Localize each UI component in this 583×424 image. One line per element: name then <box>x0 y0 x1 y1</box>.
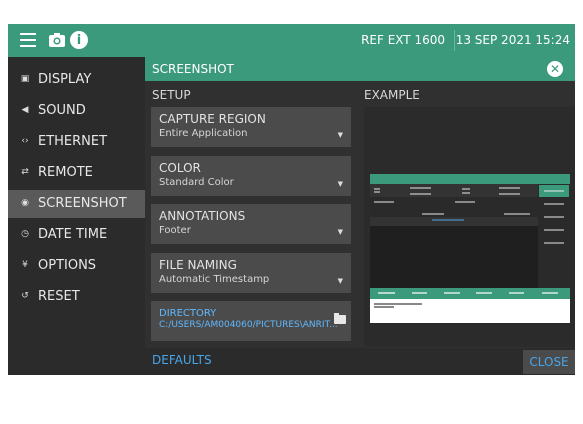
directory-path: C:/USERS/AM004060/PICTURES\ANRIT... <box>159 320 338 330</box>
sidebar-item-date-time[interactable]: ◷ DATE TIME <box>8 221 145 249</box>
sidebar-item-reset[interactable]: ↺ RESET <box>8 283 145 311</box>
sidebar-item-label: RESET <box>38 289 80 304</box>
sidebar-item-label: SOUND <box>38 103 86 118</box>
sidebar: ▣ DISPLAY ◀ SOUND ‹› ETHERNET ⇄ REMOTE ◉… <box>8 57 145 375</box>
sidebar-item-label: DISPLAY <box>38 72 92 87</box>
chevron-down-icon: ▼ <box>337 228 343 236</box>
options-icon: ¥ <box>22 260 28 270</box>
setting-value: Entire Application <box>159 128 248 139</box>
setting-label: CAPTURE REGION <box>159 112 266 126</box>
capture-region-dropdown[interactable]: CAPTURE REGION Entire Application ▼ <box>151 107 351 147</box>
setting-value: Standard Color <box>159 177 234 188</box>
setting-label: FILE NAMING <box>159 258 237 272</box>
setting-value: Automatic Timestamp <box>159 274 270 285</box>
folder-icon <box>334 313 346 324</box>
info-icon[interactable]: i <box>70 31 88 49</box>
camera-icon: ◉ <box>21 198 29 208</box>
file-naming-dropdown[interactable]: FILE NAMING Automatic Timestamp ▼ <box>151 253 351 293</box>
sidebar-item-display[interactable]: ▣ DISPLAY <box>8 66 145 94</box>
application-window: i REF EXT 1600 13 SEP 2021 15:24 ▣ DISPL… <box>8 24 575 375</box>
top-bar: i REF EXT 1600 13 SEP 2021 15:24 <box>8 24 575 57</box>
panel-title: SCREENSHOT <box>152 62 234 76</box>
sidebar-item-label: REMOTE <box>38 165 93 180</box>
close-button[interactable]: CLOSE <box>523 350 575 374</box>
setting-label: ANNOTATIONS <box>159 209 246 223</box>
sidebar-item-ethernet[interactable]: ‹› ETHERNET <box>8 128 145 156</box>
clock-icon: ◷ <box>21 229 29 239</box>
camera-icon[interactable] <box>48 31 66 49</box>
close-icon[interactable]: ✕ <box>547 61 563 77</box>
color-dropdown[interactable]: COLOR Standard Color ▼ <box>151 156 351 196</box>
sidebar-item-remote[interactable]: ⇄ REMOTE <box>8 159 145 187</box>
chevron-down-icon: ▼ <box>337 277 343 285</box>
date-time-display: 13 SEP 2021 15:24 <box>455 33 570 47</box>
screenshot-example-preview <box>364 107 575 347</box>
directory-label: DIRECTORY <box>159 308 217 319</box>
screenshot-panel: SCREENSHOT ✕ SETUP EXAMPLE CAPTURE REGIO… <box>145 57 575 375</box>
menu-icon[interactable] <box>20 31 36 49</box>
panel-title-bar: SCREENSHOT ✕ <box>145 57 575 81</box>
reset-icon: ↺ <box>21 291 29 301</box>
reference-status: REF EXT 1600 <box>361 33 445 47</box>
sidebar-item-options[interactable]: ¥ OPTIONS <box>8 252 145 280</box>
sidebar-item-screenshot[interactable]: ◉ SCREENSHOT <box>8 190 145 218</box>
sidebar-item-label: DATE TIME <box>38 227 108 242</box>
sidebar-item-label: OPTIONS <box>38 258 97 273</box>
sidebar-item-sound[interactable]: ◀ SOUND <box>8 97 145 125</box>
setup-header: SETUP <box>152 88 191 102</box>
panel-footer: DEFAULTS CLOSE <box>145 348 575 375</box>
directory-selector[interactable]: DIRECTORY C:/USERS/AM004060/PICTURES\ANR… <box>151 301 351 341</box>
remote-icon: ⇄ <box>21 167 29 177</box>
display-icon: ▣ <box>20 74 30 84</box>
setting-value: Footer <box>159 225 191 236</box>
defaults-button[interactable]: DEFAULTS <box>152 353 212 367</box>
chevron-down-icon: ▼ <box>337 131 343 139</box>
chevron-down-icon: ▼ <box>337 180 343 188</box>
example-header: EXAMPLE <box>364 88 420 102</box>
annotations-dropdown[interactable]: ANNOTATIONS Footer ▼ <box>151 204 351 244</box>
sound-icon: ◀ <box>21 105 29 115</box>
sidebar-item-label: ETHERNET <box>38 134 108 149</box>
example-preview-graphic <box>370 174 570 323</box>
ethernet-icon: ‹› <box>21 136 29 146</box>
setting-label: COLOR <box>159 161 201 175</box>
sidebar-item-label: SCREENSHOT <box>38 196 127 211</box>
